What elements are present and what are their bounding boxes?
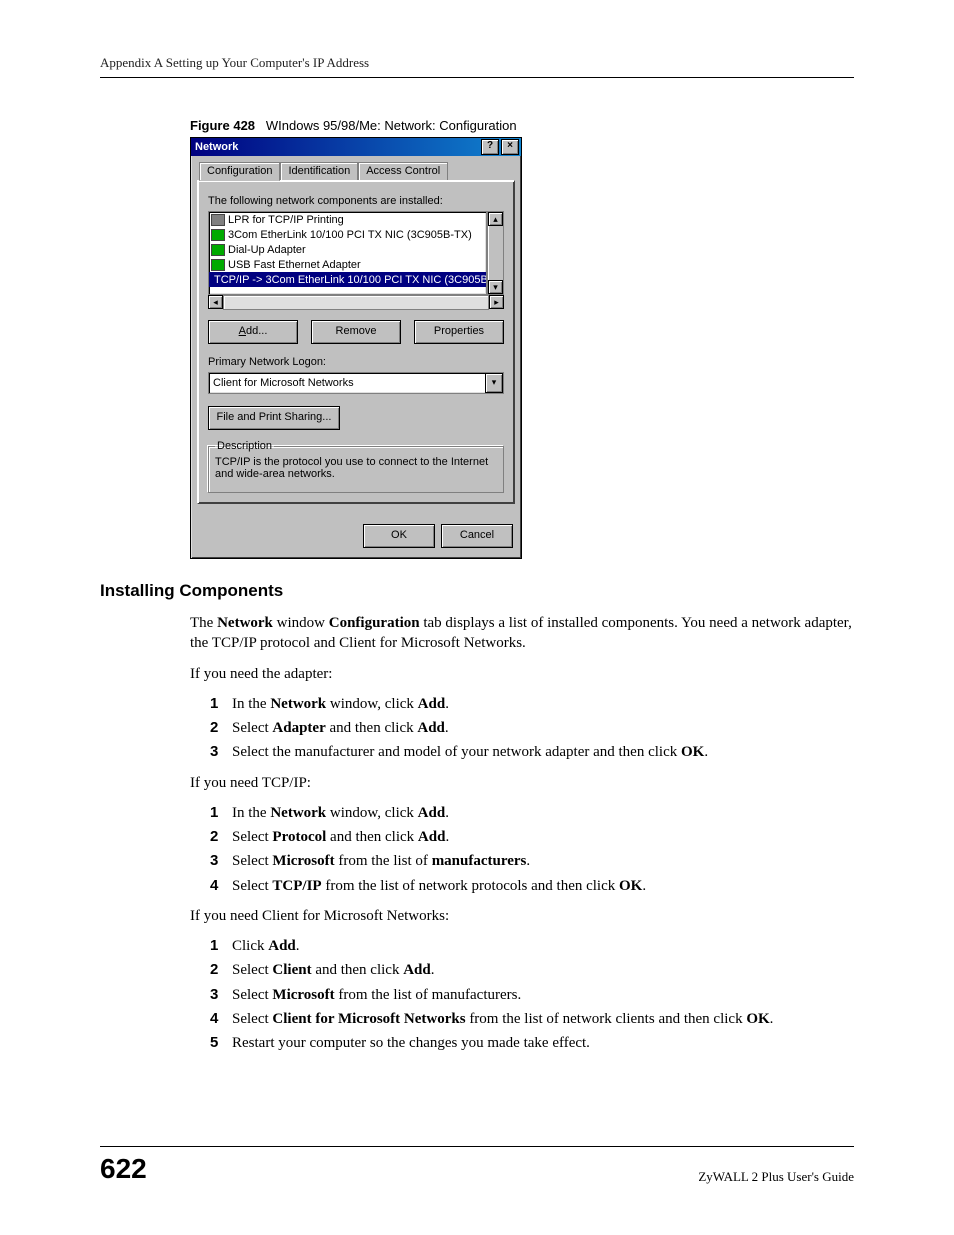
description-text: TCP/IP is the protocol you use to connec… <box>215 456 497 480</box>
step-item: 4Select Client for Microsoft Networks fr… <box>210 1009 854 1029</box>
step-item: 1In the Network window, click Add. <box>210 803 854 823</box>
list-item[interactable]: 3Com EtherLink 10/100 PCI TX NIC (3C905B… <box>209 227 486 242</box>
chevron-down-icon[interactable]: ▾ <box>485 373 503 393</box>
list-item[interactable]: Dial-Up Adapter <box>209 242 486 257</box>
step-number: 4 <box>210 1009 232 1029</box>
step-text: Select TCP/IP from the list of network p… <box>232 876 646 896</box>
logon-value: Client for Microsoft Networks <box>209 377 485 389</box>
scroll-track[interactable] <box>223 295 489 310</box>
step-number: 1 <box>210 803 232 823</box>
tab-access-control[interactable]: Access Control <box>358 162 448 180</box>
step-number: 2 <box>210 960 232 980</box>
step-item: 3Select the manufacturer and model of yo… <box>210 742 854 762</box>
list-item[interactable]: LPR for TCP/IP Printing <box>209 212 486 227</box>
step-number: 1 <box>210 694 232 714</box>
step-text: In the Network window, click Add. <box>232 803 449 823</box>
step-item: 3Select Microsoft from the list of manuf… <box>210 851 854 871</box>
intro-paragraph: The Network window Configuration tab dis… <box>190 613 854 654</box>
printer-icon <box>211 214 225 226</box>
step-number: 5 <box>210 1033 232 1053</box>
description-legend: Description <box>215 440 274 452</box>
adapter-steps: 1In the Network window, click Add.2Selec… <box>210 694 854 763</box>
scroll-up-icon[interactable]: ▴ <box>488 212 503 226</box>
scroll-left-icon[interactable]: ◂ <box>208 295 223 309</box>
body-text: The Network window Configuration tab dis… <box>100 613 854 1053</box>
adapter-icon <box>211 229 225 241</box>
components-listbox[interactable]: LPR for TCP/IP Printing 3Com EtherLink 1… <box>208 211 487 295</box>
client-steps: 1Click Add.2Select Client and then click… <box>210 936 854 1053</box>
vertical-scrollbar[interactable]: ▴ ▾ <box>487 211 504 295</box>
step-number: 2 <box>210 827 232 847</box>
step-item: 2Select Protocol and then click Add. <box>210 827 854 847</box>
running-header: Appendix A Setting up Your Computer's IP… <box>100 55 854 78</box>
logon-combo[interactable]: Client for Microsoft Networks ▾ <box>208 372 504 394</box>
step-text: In the Network window, click Add. <box>232 694 449 714</box>
figure-title: WIndows 95/98/Me: Network: Configuration <box>266 118 517 133</box>
step-item: 2Select Adapter and then click Add. <box>210 718 854 738</box>
logon-label: Primary Network Logon: <box>208 356 504 368</box>
need-tcpip-label: If you need TCP/IP: <box>190 773 854 793</box>
step-item: 1Click Add. <box>210 936 854 956</box>
help-button[interactable]: ? <box>481 139 499 155</box>
step-text: Restart your computer so the changes you… <box>232 1033 590 1053</box>
properties-button[interactable]: Properties <box>414 320 504 344</box>
tab-page: The following network components are ins… <box>197 180 515 504</box>
ok-button[interactable]: OK <box>363 524 435 548</box>
step-text: Select Adapter and then click Add. <box>232 718 449 738</box>
step-text: Select Microsoft from the list of manufa… <box>232 985 521 1005</box>
list-item[interactable]: USB Fast Ethernet Adapter <box>209 257 486 272</box>
description-group: Description TCP/IP is the protocol you u… <box>208 440 504 493</box>
step-text: Select Client and then click Add. <box>232 960 435 980</box>
list-item-selected[interactable]: TCP/IP -> 3Com EtherLink 10/100 PCI TX N… <box>209 272 486 287</box>
step-item: 4Select TCP/IP from the list of network … <box>210 876 854 896</box>
step-item: 1In the Network window, click Add. <box>210 694 854 714</box>
step-number: 3 <box>210 985 232 1005</box>
step-item: 3Select Microsoft from the list of manuf… <box>210 985 854 1005</box>
figure-number: Figure 428 <box>190 118 255 133</box>
step-text: Select Protocol and then click Add. <box>232 827 449 847</box>
need-client-label: If you need Client for Microsoft Network… <box>190 906 854 926</box>
figure-caption: Figure 428 WIndows 95/98/Me: Network: Co… <box>190 118 854 133</box>
add-button[interactable]: Add... <box>208 320 298 344</box>
need-adapter-label: If you need the adapter: <box>190 664 854 684</box>
step-text: Select the manufacturer and model of you… <box>232 742 708 762</box>
step-item: 5Restart your computer so the changes yo… <box>210 1033 854 1053</box>
step-number: 4 <box>210 876 232 896</box>
step-text: Select Microsoft from the list of manufa… <box>232 851 530 871</box>
dialog-title: Network <box>193 141 479 153</box>
section-heading: Installing Components <box>100 581 854 601</box>
step-text: Select Client for Microsoft Networks fro… <box>232 1009 773 1029</box>
page-number: 622 <box>100 1153 147 1185</box>
components-label: The following network components are ins… <box>208 195 504 207</box>
close-button[interactable]: × <box>501 139 519 155</box>
step-text: Click Add. <box>232 936 300 956</box>
network-dialog: Network ? × Configuration Identification… <box>190 137 522 559</box>
page-footer: 622 ZyWALL 2 Plus User's Guide <box>100 1146 854 1185</box>
scroll-down-icon[interactable]: ▾ <box>488 280 503 294</box>
scroll-right-icon[interactable]: ▸ <box>489 295 504 309</box>
step-item: 2Select Client and then click Add. <box>210 960 854 980</box>
tcpip-steps: 1In the Network window, click Add.2Selec… <box>210 803 854 896</box>
cancel-button[interactable]: Cancel <box>441 524 513 548</box>
file-print-sharing-button[interactable]: File and Print Sharing... <box>208 406 340 430</box>
step-number: 1 <box>210 936 232 956</box>
tab-identification[interactable]: Identification <box>280 162 358 180</box>
step-number: 2 <box>210 718 232 738</box>
step-number: 3 <box>210 742 232 762</box>
remove-button[interactable]: Remove <box>311 320 401 344</box>
tab-configuration[interactable]: Configuration <box>199 162 280 181</box>
adapter-icon <box>211 244 225 256</box>
adapter-icon <box>211 259 225 271</box>
titlebar[interactable]: Network ? × <box>191 138 521 156</box>
horizontal-scrollbar[interactable]: ◂ ▸ <box>208 295 504 310</box>
book-title: ZyWALL 2 Plus User's Guide <box>698 1169 854 1185</box>
step-number: 3 <box>210 851 232 871</box>
tab-strip: Configuration Identification Access Cont… <box>197 162 515 180</box>
